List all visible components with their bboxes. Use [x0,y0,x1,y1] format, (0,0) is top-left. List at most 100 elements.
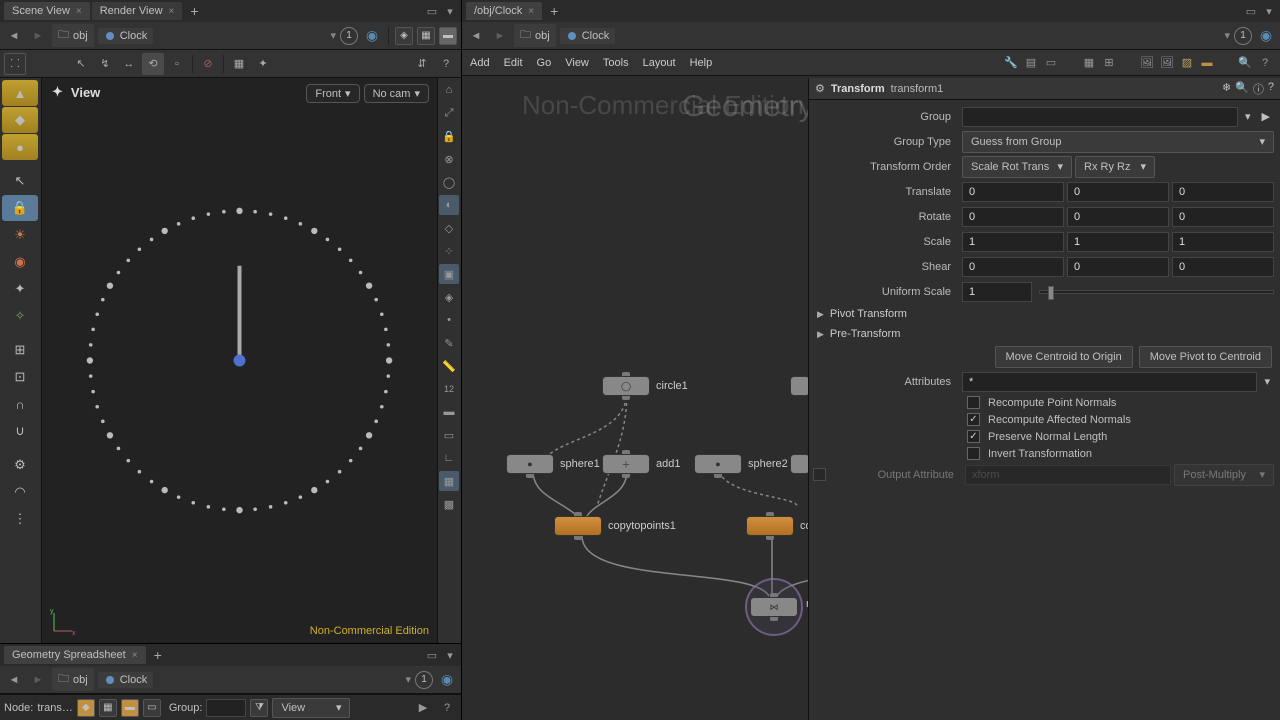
brush-icon[interactable]: ✎ [439,333,459,353]
path-context[interactable]: 🗀obj [514,24,556,47]
pane-menu-icon[interactable]: ▭ [1244,4,1258,18]
list-icon[interactable]: ▤ [1024,56,1038,70]
tz-field[interactable]: 0 [1172,182,1274,202]
snowflake-icon[interactable]: ❄ [1222,81,1231,97]
gear-icon[interactable]: ⚙ [815,82,825,95]
tab-render-view[interactable]: Render View× [92,2,183,20]
shz-field[interactable]: 0 [1172,257,1274,277]
node-partial1[interactable] [790,376,810,396]
wire-icon[interactable]: ◇ [439,218,459,238]
pre-transform-section[interactable]: ▶Pre-Transform [809,324,1274,344]
group-field[interactable] [962,107,1238,127]
pin-indicator[interactable]: 1 [415,671,433,689]
help-icon[interactable]: ? [437,698,457,718]
nav-back-button[interactable]: ◄ [4,26,24,46]
angle-icon[interactable]: ∟ [439,448,459,468]
group-field[interactable] [206,699,246,717]
scale-tool[interactable]: ▫ [166,53,188,75]
search-icon[interactable]: 🔍 [1235,81,1249,97]
menu-help[interactable]: Help [690,57,713,69]
tx-field[interactable]: 0 [962,182,1064,202]
checker-icon[interactable]: ▩ [439,494,459,514]
more-tool[interactable]: ⋮ [2,506,38,532]
sy-field[interactable]: 1 [1067,232,1169,252]
path-leaf[interactable]: Clock [98,28,154,44]
pointer-tool[interactable]: ↖ [2,168,38,194]
check-recompute-pn[interactable] [967,396,980,409]
camera-menu[interactable]: Front▾ [306,84,359,103]
node-add1[interactable]: ＋add1 [602,454,680,474]
menu-tools[interactable]: Tools [603,57,629,69]
menu-go[interactable]: Go [537,57,552,69]
info-icon[interactable]: ⓘ [1253,81,1264,97]
camera-type-menu[interactable]: No cam▾ [364,84,429,103]
display-options-button[interactable]: ◈ [395,27,413,45]
lock-icon[interactable]: 🔒 [439,126,459,146]
text-icon[interactable]: ▭ [1044,56,1058,70]
uscale-field[interactable]: 1 [962,282,1032,302]
render-button[interactable]: ▦ [417,27,435,45]
node-copytopoints2[interactable]: co [746,516,812,536]
menu-view[interactable]: View [565,57,589,69]
node-circle1[interactable]: ◯circle1 [602,376,688,396]
grid-menu-icon[interactable]: ⸬ [4,53,26,75]
path-context[interactable]: 🗀obj [52,668,94,691]
path-leaf[interactable]: Clock [560,28,616,44]
hq-icon[interactable]: ▦ [439,471,459,491]
node-merge1-ring[interactable]: ⋈ [745,578,803,636]
img2-icon[interactable]: 🖼 [1160,56,1174,70]
help-icon[interactable]: ? [1268,81,1274,97]
pin-indicator[interactable]: 1 [340,27,358,45]
light-tool[interactable]: ☀ [2,222,38,248]
check-recompute-an[interactable]: ✓ [967,413,980,426]
path-dropdown-icon[interactable]: ▾ [330,29,336,42]
pane-dropdown-icon[interactable]: ▾ [443,4,457,18]
disable-tool[interactable]: ⊘ [197,53,219,75]
close-icon[interactable]: × [528,6,534,17]
path-dropdown-icon[interactable]: ▾ [405,673,411,686]
group-type-dropdown[interactable]: Guess from Group▾ [962,131,1274,153]
sz-field[interactable]: 1 [1172,232,1274,252]
env-tool[interactable]: ✧ [2,303,38,329]
box-icon[interactable]: ▬ [1200,56,1214,70]
area-tool[interactable]: ✦ [2,276,38,302]
ss-btn4[interactable]: ▭ [143,699,161,717]
points-icon[interactable]: ⁘ [439,241,459,261]
path-dropdown-icon[interactable]: ▾ [1224,29,1230,42]
close-icon[interactable]: × [132,650,138,661]
viewport[interactable]: ✦View Front▾ No cam▾ yx Non-Commercial [42,78,437,643]
pane-menu-icon[interactable]: ▭ [425,4,439,18]
uscale-slider[interactable] [1039,290,1274,294]
check-preserve-nl[interactable]: ✓ [967,430,980,443]
tree-icon[interactable]: ⊞ [1102,56,1116,70]
menu-edit[interactable]: Edit [504,57,523,69]
spot-tool[interactable]: ◉ [2,249,38,275]
lock-tool[interactable]: 🔒 [2,195,38,221]
magnet2-tool[interactable]: ∪ [2,418,38,444]
wrench-icon[interactable]: 🔧 [1004,56,1018,70]
lasso-tool[interactable]: ↯ [94,53,116,75]
output-attr-field[interactable]: xform [965,465,1171,485]
ghost-icon[interactable]: ▣ [439,264,459,284]
create-geo-icon[interactable]: ▲ [2,80,38,106]
menu-add[interactable]: Add [470,57,490,69]
img1-icon[interactable]: 🖼 [1140,56,1154,70]
tab-network[interactable]: /obj/Clock× [466,2,542,20]
shy-field[interactable]: 0 [1067,257,1169,277]
pivot-transform-section[interactable]: ▶Pivot Transform [809,304,1274,324]
rotate-tool[interactable]: ⟲ [142,53,164,75]
xf-order-dropdown[interactable]: Scale Rot Trans▾ [962,156,1072,178]
search-icon[interactable]: 🔍 [1238,56,1252,70]
ruler-icon[interactable]: 📏 [439,356,459,376]
node-sphere1[interactable]: ●sphere1 [506,454,600,474]
nav-back-button[interactable]: ◄ [4,670,24,690]
snapshot-button[interactable]: ▬ [439,27,457,45]
shading-icon[interactable]: ◐ [439,195,459,215]
node-sphere2[interactable]: ●sphere2 [694,454,788,474]
add-tab-button[interactable]: + [544,3,564,19]
sync-button[interactable]: ◉ [362,26,382,46]
help-icon[interactable]: ? [435,53,457,75]
close-icon[interactable]: × [76,6,82,17]
snap-tool[interactable]: ▦ [228,53,250,75]
add-tab-button[interactable]: + [184,3,204,19]
